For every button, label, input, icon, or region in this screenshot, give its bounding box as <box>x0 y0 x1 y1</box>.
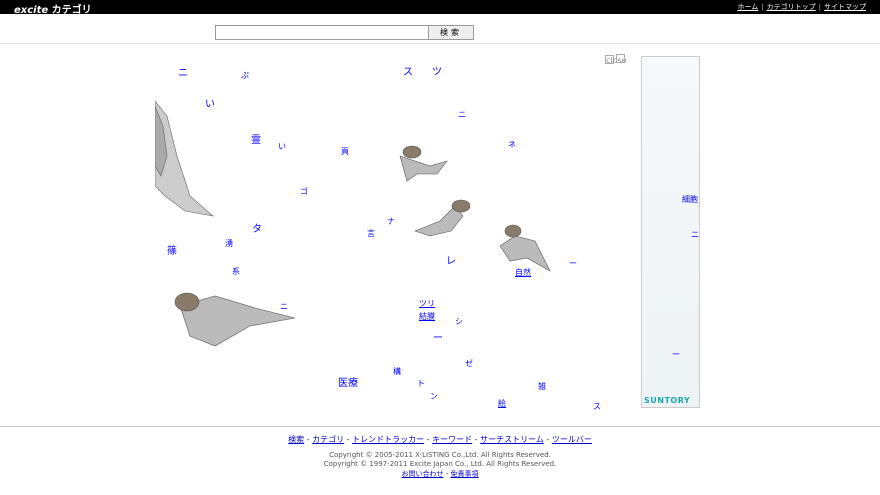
sparrow-flying-4-icon <box>174 292 296 347</box>
disclaimer-link[interactable]: 免責事項 <box>450 470 478 478</box>
stage-word[interactable]: タ <box>252 220 262 235</box>
stage-word[interactable]: シ <box>455 316 463 327</box>
stage-word[interactable]: 絵 <box>498 398 506 409</box>
stage-word[interactable]: ニ <box>458 109 466 120</box>
search-input[interactable] <box>215 25 429 40</box>
stage-word[interactable]: ぷ <box>241 70 249 81</box>
bird-animation-stage: ニ ス ツ い ぷ 霊 い 頁 ニ ネ ゴ 言 タ ナ レ 自然 ー 篠 湧 系… <box>155 46 640 418</box>
stage-word[interactable]: 系 <box>232 266 240 277</box>
category-top-link[interactable]: カテゴリトップ <box>767 3 816 11</box>
ad-side-label: 細胞 <box>682 195 698 204</box>
ad-banner[interactable]: 細胞 ニ ー <box>641 56 700 408</box>
ad-brand-logo[interactable]: SUNTORY <box>644 396 690 405</box>
sparrow-flying-1-icon <box>399 145 448 182</box>
copyright-line-1: Copyright © 2005-2011 X-LISTING Co.,Ltd.… <box>329 451 551 459</box>
close-label: close <box>605 55 627 65</box>
stage-word[interactable]: ゼ <box>465 358 473 369</box>
footer: 検索 - カテゴリ - トレンドトラッカー - キーワード - サーチストリーム… <box>0 426 880 478</box>
stage-word[interactable]: ス <box>403 63 413 78</box>
excite-logo[interactable]: excite カテゴリ <box>14 1 92 16</box>
sparrow-left-edge-icon <box>155 100 215 217</box>
stage-word[interactable]: ー <box>569 258 577 269</box>
ad-side-label: ニ <box>691 230 699 239</box>
stage-word[interactable]: レ <box>446 252 456 267</box>
stage-word[interactable]: 霊 <box>251 131 261 146</box>
close-icon <box>616 54 625 63</box>
search-bar: 検索 <box>0 15 880 44</box>
top-bar: excite カテゴリ ホーム | カテゴリトップ | サイトマップ <box>0 0 880 16</box>
footer-nav-search-stream[interactable]: サーチストリーム <box>480 435 544 444</box>
stage-word[interactable]: ン <box>430 391 438 402</box>
stage-word[interactable]: い <box>205 95 215 110</box>
stage-word[interactable]: ニ <box>178 64 188 79</box>
stage-word[interactable]: 雑 <box>538 381 546 392</box>
stage-word[interactable]: 結膜 <box>419 311 435 322</box>
stage-word[interactable]: ニ <box>280 301 288 312</box>
footer-nav-trend-tracker[interactable]: トレンドトラッカー <box>352 435 424 444</box>
stage-word[interactable]: ー <box>433 329 443 344</box>
stage-word[interactable]: ネ <box>508 139 516 150</box>
copyright-line-2: Copyright © 1997-2011 Excite Japan Co., … <box>323 460 557 468</box>
sparrow-flying-3-icon <box>499 224 551 272</box>
footer-nav-search[interactable]: 検索 <box>288 435 304 444</box>
stage-word[interactable]: 自然 <box>515 267 531 278</box>
stage-word[interactable]: 言 <box>367 228 375 239</box>
stage-word[interactable]: ツリ <box>419 298 435 309</box>
footer-nav-keyword[interactable]: キーワード <box>432 435 472 444</box>
footer-nav-toolbar[interactable]: ツールバー <box>552 435 592 444</box>
home-link[interactable]: ホーム <box>737 3 758 11</box>
contact-link[interactable]: お問い合わせ <box>402 470 444 478</box>
stage-word[interactable]: い <box>278 141 286 152</box>
stage-word[interactable]: ツ <box>432 63 442 78</box>
ad-side-label: ー <box>672 350 680 359</box>
stage-word[interactable]: 湧 <box>225 238 233 249</box>
stage-word[interactable]: ナ <box>387 216 395 227</box>
footer-nav-category[interactable]: カテゴリ <box>312 435 344 444</box>
stage-word[interactable]: 構 <box>393 366 401 377</box>
stage-word[interactable]: ス <box>593 401 601 412</box>
stage-word[interactable]: 篠 <box>167 242 177 257</box>
stage-word[interactable]: ト <box>417 378 425 389</box>
stage-word[interactable]: ゴ <box>300 186 308 197</box>
footer-nav: 検索 - カテゴリ - トレンドトラッカー - キーワード - サーチストリーム… <box>288 435 592 444</box>
close-button[interactable]: close <box>603 54 627 65</box>
footer-links: お問い合わせ - 免責事項 <box>401 470 479 478</box>
sparrow-flying-2-icon <box>414 199 471 237</box>
sparrow-illustrations <box>155 100 551 347</box>
stage-word[interactable]: 頁 <box>341 146 349 157</box>
sitemap-link[interactable]: サイトマップ <box>824 3 866 11</box>
search-button[interactable]: 検索 <box>428 25 474 40</box>
top-links: ホーム | カテゴリトップ | サイトマップ <box>737 3 866 11</box>
stage-word[interactable]: 医療 <box>338 374 358 389</box>
